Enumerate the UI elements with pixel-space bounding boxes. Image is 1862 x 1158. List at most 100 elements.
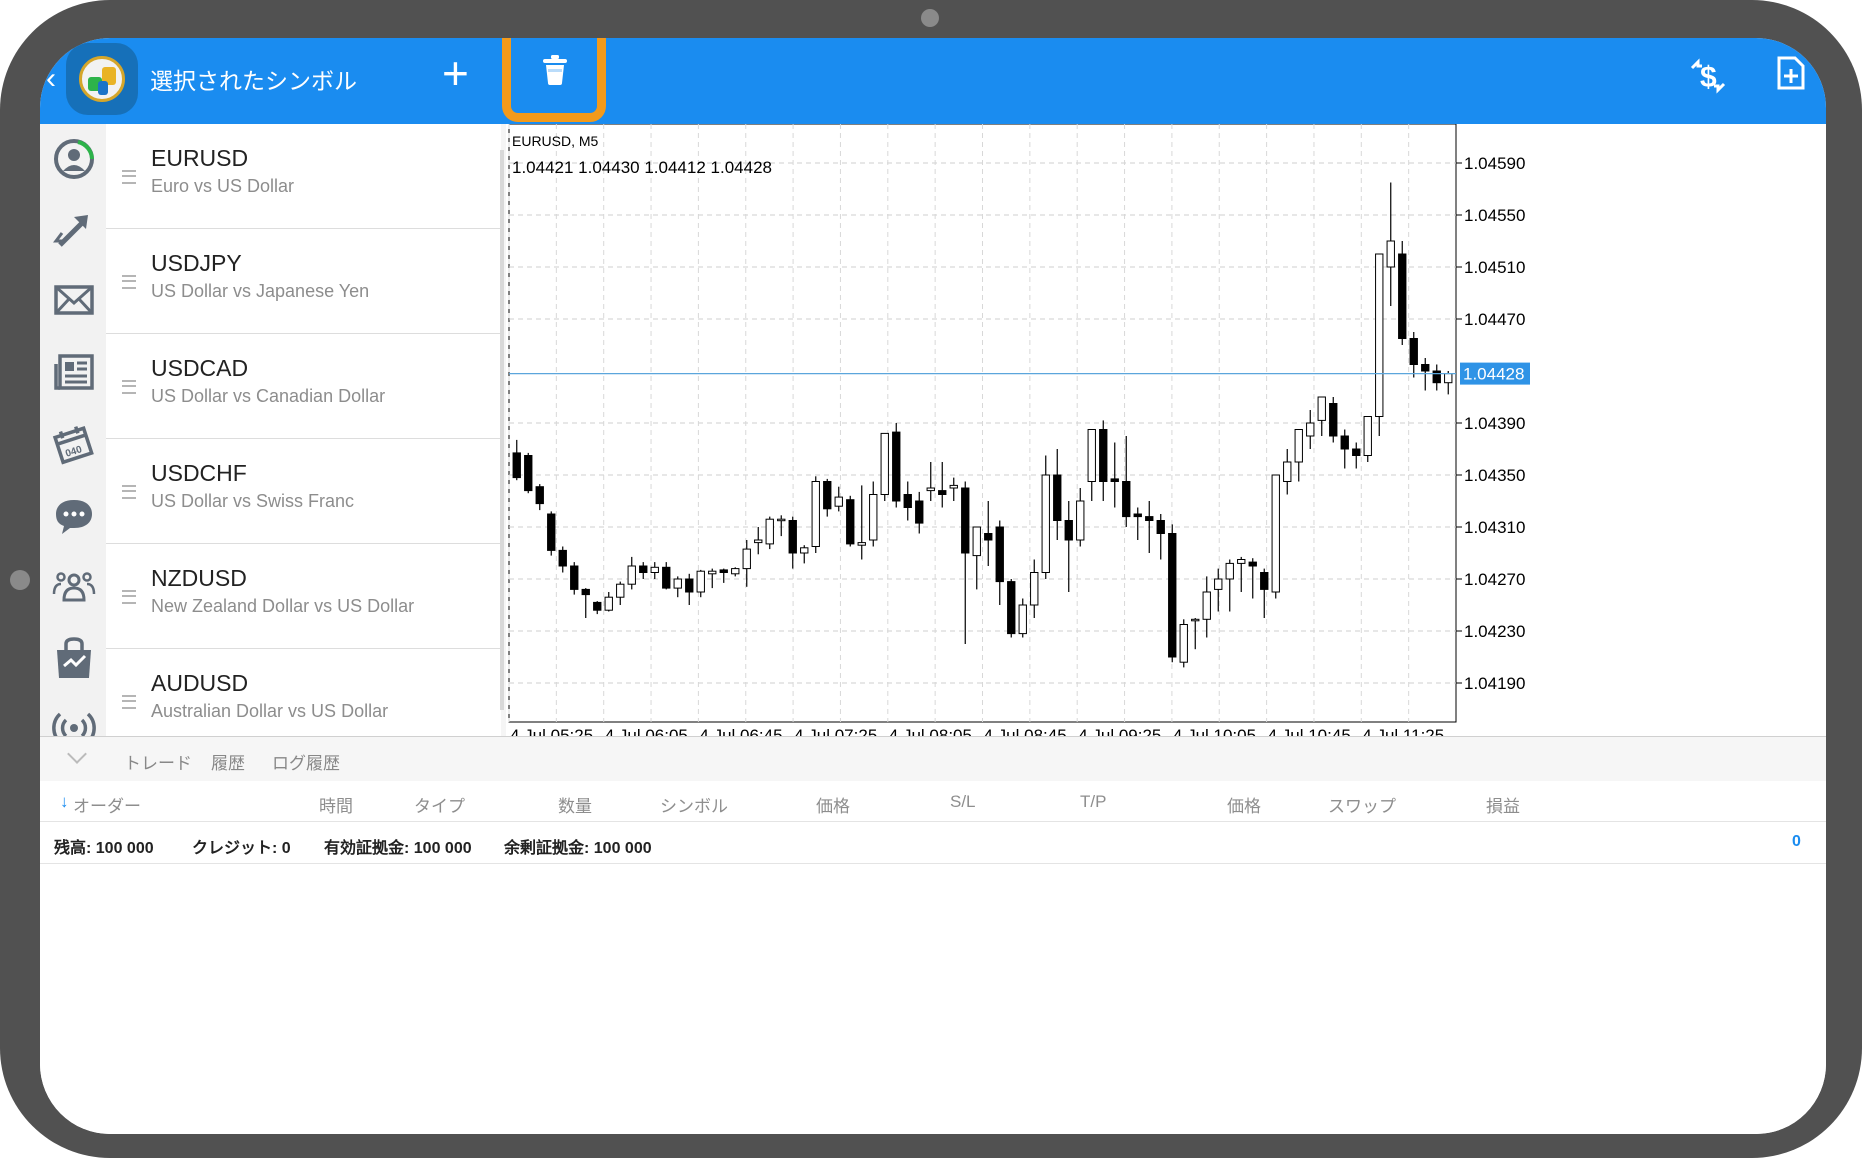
symbol-description: US Dollar vs Japanese Yen (151, 281, 370, 301)
account-icon[interactable] (52, 137, 96, 181)
candle-bearish (685, 578, 694, 593)
symbol-list-scrollbar[interactable] (500, 150, 504, 710)
drag-handle-icon[interactable] (122, 380, 136, 394)
x-tick-label: 4 Jul 09:25 (1078, 726, 1161, 736)
camera-dot (921, 9, 939, 27)
col-profit[interactable]: 損益 (1486, 792, 1520, 817)
y-tick-label: 1.04310 (1464, 518, 1525, 537)
back-chevron-icon[interactable]: ‹ (46, 62, 56, 96)
candle-bearish (1122, 481, 1131, 518)
drag-handle-icon[interactable] (122, 275, 136, 289)
candle-bullish (777, 518, 786, 522)
candle-bullish (1271, 474, 1280, 593)
drag-handle-icon[interactable] (122, 590, 136, 604)
symbol-description: US Dollar vs Swiss Franc (151, 491, 355, 511)
new-document-icon[interactable] (1776, 55, 1806, 91)
candle-bullish (1237, 559, 1246, 564)
drag-handle-icon[interactable] (122, 485, 136, 499)
col-price-current[interactable]: 価格 (1227, 792, 1261, 817)
candle-bullish (1375, 253, 1384, 417)
candle-bullish (765, 518, 774, 545)
chat-icon[interactable] (52, 494, 96, 538)
symbol-code: USDCAD (151, 355, 249, 381)
candle-bearish (1156, 520, 1165, 534)
news-icon[interactable] (52, 350, 96, 394)
y-tick-label: 1.04270 (1464, 570, 1525, 589)
symbol-row[interactable]: EURUSD Euro vs US Dollar (106, 124, 501, 229)
top-bar: ‹ 選択されたシンボル + $ (40, 38, 1826, 124)
candle-bearish (1007, 581, 1016, 635)
candle-bearish (1421, 364, 1430, 372)
col-sl[interactable]: S/L (950, 792, 976, 812)
left-navigation: 040 (40, 124, 106, 744)
drag-handle-icon[interactable] (122, 170, 136, 184)
symbol-list: EURUSD Euro vs US Dollar USDJPY US Dollar v… (106, 124, 506, 736)
tab-history[interactable]: 履歴 (211, 749, 245, 774)
candle-bearish (558, 549, 567, 567)
table-header: ↓ オーダー 時間 タイプ 数量 シンボル 価格 S/L T/P 価格 スワップ… (40, 781, 1826, 822)
trade-icon[interactable] (52, 207, 96, 251)
candle-bullish (1087, 429, 1096, 482)
symbol-row[interactable]: NZDUSD New Zealand Dollar vs US Dollar (106, 544, 501, 649)
col-price[interactable]: 価格 (816, 792, 850, 817)
balance: 残高: 100 000 (54, 840, 154, 857)
symbol-row[interactable]: USDJPY US Dollar vs Japanese Yen (106, 229, 501, 334)
side-button (10, 570, 30, 590)
candle-bearish (639, 565, 648, 573)
app-logo-icon[interactable] (66, 43, 138, 115)
add-symbol-icon[interactable]: + (442, 46, 469, 100)
candle-bearish (938, 490, 947, 496)
candle-bearish (570, 565, 579, 590)
symbol-row[interactable]: USDCHF US Dollar vs Swiss Franc (106, 439, 501, 544)
tab-log-history[interactable]: ログ履歴 (272, 749, 340, 774)
candle-bearish (903, 494, 912, 508)
price-chart[interactable]: 1.04590 1.04550 1.04510 1.04470 1.04390 1.043… (506, 124, 1826, 736)
candle-bullish (650, 566, 659, 573)
delete-symbol-button[interactable] (517, 38, 593, 108)
candle-bullish (708, 570, 717, 575)
candle-bullish (1214, 578, 1223, 590)
candle-bullish (1225, 562, 1234, 580)
candle-bullish (1191, 618, 1200, 622)
candle-bearish (719, 569, 728, 573)
candle-bullish (673, 578, 682, 589)
x-tick-label: 4 Jul 08:05 (889, 726, 972, 736)
market-icon[interactable] (52, 636, 96, 680)
candle-bearish (1133, 513, 1142, 518)
currency-exchange-icon[interactable]: $ (1686, 56, 1730, 96)
col-swap[interactable]: スワップ (1328, 792, 1396, 817)
collapse-chevron-icon[interactable] (67, 744, 87, 764)
candle-bullish (811, 481, 820, 547)
candle-bearish (1248, 561, 1257, 567)
candle-bullish (754, 539, 763, 544)
col-volume[interactable]: 数量 (558, 792, 592, 817)
candle-bullish (1306, 422, 1315, 437)
col-symbol[interactable]: シンボル (660, 792, 728, 817)
sort-down-icon[interactable]: ↓ (60, 792, 69, 812)
x-tick-label: 4 Jul 11:25 (1362, 726, 1444, 736)
drag-handle-icon[interactable] (122, 695, 136, 709)
credit: クレジット: 0 (192, 840, 291, 857)
chart-canvas[interactable]: 1.04590 1.04550 1.04510 1.04470 1.04390 1.043… (506, 124, 1826, 736)
symbol-code: USDJPY (151, 250, 242, 276)
col-tp[interactable]: T/P (1080, 792, 1106, 812)
col-order[interactable]: オーダー (73, 792, 141, 817)
symbol-row[interactable]: AUDUSD Australian Dollar vs US Dollar (106, 649, 501, 736)
community-icon[interactable] (52, 564, 96, 608)
account-summary-row: 残高: 100 000 クレジット: 0 有効証拠金: 100 000 余剰証拠… (40, 821, 1826, 864)
toolbox-tabs: トレード 履歴 ログ履歴 (40, 737, 1826, 781)
symbol-description: Euro vs US Dollar (151, 176, 295, 196)
y-tick-label: 1.04230 (1464, 622, 1525, 641)
candle-bearish (662, 566, 671, 589)
symbol-row[interactable]: USDCAD US Dollar vs Canadian Dollar (106, 334, 501, 439)
col-time[interactable]: 時間 (319, 792, 353, 817)
calendar-icon[interactable]: 040 (52, 422, 96, 466)
candle-bullish (1179, 624, 1188, 663)
col-type[interactable]: タイプ (414, 792, 465, 817)
tab-trade[interactable]: トレード (124, 749, 192, 774)
page-title: 選択されたシンボル (150, 68, 357, 94)
candle-bearish (1340, 435, 1349, 450)
candle-bullish (1363, 416, 1372, 456)
mail-icon[interactable] (52, 278, 96, 322)
candle-bullish (742, 548, 751, 570)
